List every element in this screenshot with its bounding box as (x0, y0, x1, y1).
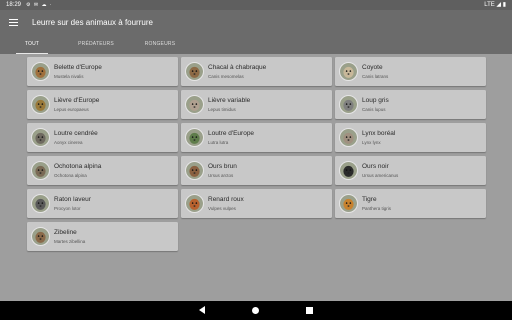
animal-scientific-name: Procyon lotor (54, 206, 81, 211)
home-icon[interactable] (252, 307, 259, 314)
animal-photo (185, 128, 204, 147)
animal-scientific-name: Lepus timidus (208, 107, 236, 112)
animal-card[interactable]: Raton laveur Procyon lotor (27, 189, 178, 218)
animal-photo (185, 161, 204, 180)
tab-bar: TOUT PRÉDATEURS RONGEURS (0, 35, 512, 54)
notification-icons: ⚙ ✉ ☁ · (26, 2, 53, 8)
animal-card[interactable]: Zibeline Martes zibellina (27, 222, 178, 251)
animal-card[interactable]: Lièvre variable Lepus timidus (181, 90, 332, 119)
app-bar: Leurre sur des animaux à fourrure (0, 10, 512, 35)
animal-card[interactable]: Loutre d'Europe Lutra lutra (181, 123, 332, 152)
animal-name: Belette d'Europe (54, 64, 102, 71)
animal-photo (339, 128, 358, 147)
animal-card[interactable]: Belette d'Europe Mustela nivalis (27, 57, 178, 86)
status-bar: 18:29 ⚙ ✉ ☁ · LTE ◢ ▮ (0, 0, 512, 10)
animal-name: Loup gris (362, 97, 389, 104)
animal-photo (31, 95, 50, 114)
animal-photo (339, 95, 358, 114)
animal-photo (31, 62, 50, 81)
animal-scientific-name: Lutra lutra (208, 140, 229, 145)
animal-photo (339, 161, 358, 180)
animal-scientific-name: Mustela nivalis (54, 74, 84, 79)
animal-card[interactable]: Lynx boréal Lynx lynx (335, 123, 486, 152)
animal-name: Ochotona alpina (54, 163, 102, 170)
animal-photo (185, 95, 204, 114)
animal-card[interactable]: Coyote Canis latrans (335, 57, 486, 86)
animal-scientific-name: Canis lupus (362, 107, 386, 112)
animal-scientific-name: Lynx lynx (362, 140, 381, 145)
animal-scientific-name: Ursus arctos (208, 173, 234, 178)
animal-card[interactable]: Chacal à chabraque Canis mesomelas (181, 57, 332, 86)
animal-name: Renard roux (208, 196, 244, 203)
animal-name: Ours brun (208, 163, 237, 170)
tab-tout[interactable]: TOUT (16, 35, 48, 54)
animal-card[interactable]: Loutre cendrée Aonyx cinerea (27, 123, 178, 152)
status-time: 18:29 (6, 2, 22, 8)
app-title: Leurre sur des animaux à fourrure (32, 18, 153, 27)
animal-scientific-name: Lepus europaeus (54, 107, 89, 112)
animal-photo (185, 194, 204, 213)
animal-scientific-name: Canis mesomelas (208, 74, 244, 79)
menu-icon[interactable] (8, 17, 20, 29)
animal-name: Chacal à chabraque (208, 64, 267, 71)
navigation-bar (0, 301, 512, 320)
animal-card[interactable]: Loup gris Canis lupus (335, 90, 486, 119)
animal-name: Zibeline (54, 229, 77, 236)
animal-scientific-name: Vulpes vulpes (208, 206, 236, 211)
animal-name: Ours noir (362, 163, 389, 170)
animal-name: Lièvre d'Europe (54, 97, 100, 104)
animal-card[interactable]: Tigre Panthera tigris (335, 189, 486, 218)
animal-card[interactable]: Renard roux Vulpes vulpes (181, 189, 332, 218)
tab-predateurs[interactable]: PRÉDATEURS (72, 35, 120, 54)
animal-photo (339, 62, 358, 81)
animal-scientific-name: Ursus americanus (362, 173, 399, 178)
animal-photo (31, 227, 50, 246)
signal-battery-icons: LTE ◢ ▮ (484, 2, 506, 8)
tab-rongeurs[interactable]: RONGEURS (138, 35, 182, 54)
animal-name: Lynx boréal (362, 130, 396, 137)
recents-icon[interactable] (306, 307, 313, 314)
animal-name: Loutre d'Europe (208, 130, 255, 137)
animal-name: Loutre cendrée (54, 130, 98, 137)
animal-name: Raton laveur (54, 196, 91, 203)
animal-name: Coyote (362, 64, 383, 71)
animal-scientific-name: Martes zibellina (54, 239, 86, 244)
animal-photo (31, 128, 50, 147)
animal-name: Lièvre variable (208, 97, 251, 104)
animal-scientific-name: Aonyx cinerea (54, 140, 83, 145)
animal-card[interactable]: Ours noir Ursus americanus (335, 156, 486, 185)
animal-card[interactable]: Ours brun Ursus arctos (181, 156, 332, 185)
animal-card[interactable]: Ochotona alpina Ochotona alpina (27, 156, 178, 185)
animal-name: Tigre (362, 196, 377, 203)
animal-photo (31, 194, 50, 213)
animal-card[interactable]: Lièvre d'Europe Lepus europaeus (27, 90, 178, 119)
animal-photo (31, 161, 50, 180)
back-icon[interactable] (199, 306, 205, 314)
animal-photo (339, 194, 358, 213)
animal-scientific-name: Panthera tigris (362, 206, 392, 211)
animal-photo (185, 62, 204, 81)
animal-scientific-name: Canis latrans (362, 74, 389, 79)
animal-scientific-name: Ochotona alpina (54, 173, 87, 178)
